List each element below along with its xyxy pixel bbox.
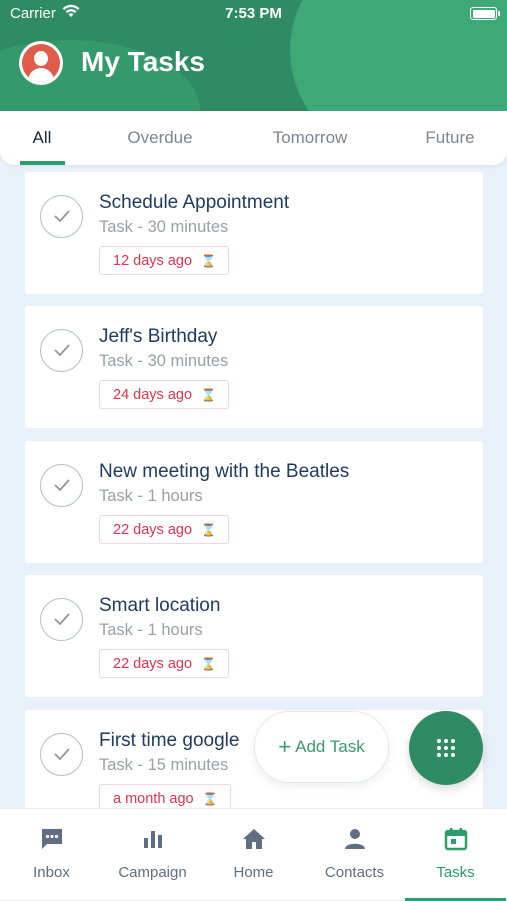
nav-item-home[interactable]: Home (203, 809, 304, 901)
due-badge: 24 days ago ⌛ (99, 380, 229, 409)
home-icon (203, 826, 304, 852)
tab-tomorrow[interactable]: Tomorrow (260, 128, 360, 165)
hourglass-icon: ⌛ (201, 656, 216, 671)
hourglass-icon: ⌛ (201, 387, 216, 402)
plus-icon: + (278, 734, 292, 759)
tab-all[interactable]: All (20, 128, 64, 165)
due-label: a month ago (113, 790, 194, 807)
due-badge: 22 days ago ⌛ (99, 649, 229, 678)
add-task-label: Add Task (295, 737, 365, 756)
tab-future[interactable]: Future (414, 128, 486, 165)
checkmark-icon (54, 479, 70, 492)
task-card[interactable]: New meeting with the Beatles Task - 1 ho… (25, 441, 483, 563)
bottom-nav: Inbox Campaign Home Contacts Tasks (0, 808, 507, 901)
clock: 7:53 PM (225, 5, 282, 22)
checkmark-icon (54, 748, 70, 761)
due-badge: 12 days ago ⌛ (99, 246, 229, 275)
task-card[interactable]: Jeff's Birthday Task - 30 minutes 24 day… (25, 306, 483, 428)
hourglass-icon: ⌛ (202, 791, 218, 806)
due-label: 22 days ago (113, 521, 193, 538)
complete-task-button[interactable] (40, 464, 83, 507)
task-title: Jeff's Birthday (99, 326, 218, 347)
checkmark-icon (54, 344, 70, 357)
task-card[interactable]: Smart location Task - 1 hours 22 days ag… (25, 575, 483, 697)
due-label: 12 days ago (113, 252, 193, 269)
task-title: Smart location (99, 595, 221, 616)
task-subtitle: Task - 15 minutes (99, 756, 229, 774)
nav-item-inbox[interactable]: Inbox (1, 809, 102, 901)
battery-icon (470, 7, 500, 20)
due-label: 24 days ago (113, 386, 193, 403)
complete-task-button[interactable] (40, 329, 83, 372)
nav-label: Home (233, 864, 274, 881)
checkmark-icon (54, 613, 70, 626)
add-task-button[interactable]: + Add Task (254, 711, 389, 783)
nav-label: Tasks (436, 864, 475, 881)
nav-item-contacts[interactable]: Contacts (304, 809, 405, 901)
due-label: 22 days ago (113, 655, 193, 672)
app-header: Carrier 7:53 PM My Tasks (0, 0, 507, 112)
task-subtitle: Task - 1 hours (99, 621, 203, 639)
tab-overdue[interactable]: Overdue (116, 128, 204, 165)
task-subtitle: Task - 30 minutes (99, 218, 229, 236)
task-card[interactable]: Schedule Appointment Task - 30 minutes 1… (25, 172, 483, 294)
bar-chart-icon (102, 826, 203, 852)
hourglass-icon: ⌛ (201, 522, 216, 537)
filter-tabs: All Overdue Tomorrow Future (0, 111, 507, 165)
complete-task-button[interactable] (40, 195, 83, 238)
nav-label: Contacts (324, 864, 385, 881)
person-icon (304, 826, 405, 852)
chat-icon (1, 826, 102, 852)
hourglass-icon: ⌛ (201, 253, 216, 268)
grid-dots-icon (437, 739, 455, 757)
calendar-icon (405, 826, 506, 852)
due-badge: 22 days ago ⌛ (99, 515, 229, 544)
task-title: Schedule Appointment (99, 192, 290, 213)
nav-item-campaign[interactable]: Campaign (102, 809, 203, 901)
complete-task-button[interactable] (40, 733, 83, 776)
task-list[interactable]: Schedule Appointment Task - 30 minutes 1… (0, 165, 507, 808)
checkmark-icon (54, 210, 70, 223)
complete-task-button[interactable] (40, 598, 83, 641)
apps-menu-button[interactable] (409, 711, 483, 785)
task-subtitle: Task - 1 hours (99, 487, 203, 505)
user-icon (22, 44, 60, 82)
avatar[interactable] (19, 41, 63, 85)
task-title: First time google (99, 730, 240, 751)
nav-label: Inbox (33, 864, 70, 881)
task-title: New meeting with the Beatles (99, 461, 350, 482)
task-subtitle: Task - 30 minutes (99, 352, 229, 370)
due-badge: a month ago ⌛ (99, 784, 231, 808)
nav-label: Campaign (118, 864, 187, 881)
nav-item-tasks[interactable]: Tasks (405, 809, 506, 901)
page-title: My Tasks (81, 46, 205, 77)
status-bar: Carrier 7:53 PM (0, 0, 507, 28)
